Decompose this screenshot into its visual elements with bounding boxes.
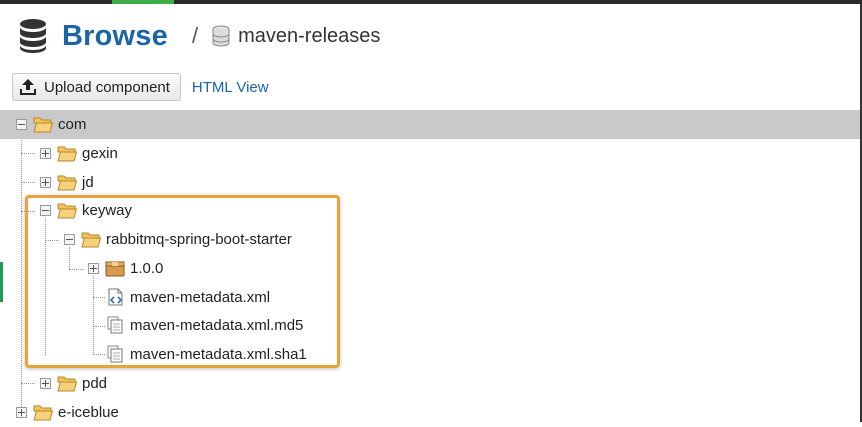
folder-open-icon [33, 403, 53, 421]
repository-icon [212, 25, 230, 47]
folder-open-icon [33, 115, 53, 133]
top-bar [0, 0, 862, 4]
tree-node-maven-metadata-sha1[interactable]: maven-metadata.xml.sha1 [0, 340, 860, 369]
upload-icon [20, 79, 36, 95]
tree-node-keyway[interactable]: keyway [0, 196, 860, 225]
breadcrumb-repository[interactable]: maven-releases [238, 25, 380, 48]
package-icon [105, 259, 125, 277]
tree-node-label: maven-metadata.xml.sha1 [130, 346, 307, 363]
tree-node-label: maven-metadata.xml.md5 [130, 317, 304, 334]
collapse-toggle[interactable] [16, 119, 27, 130]
tree-node-label: jd [82, 174, 94, 191]
tree-node-label: com [58, 116, 87, 133]
tree-node-com[interactable]: com [0, 110, 860, 139]
breadcrumb-separator: / [191, 23, 199, 48]
tree-node-pdd[interactable]: pdd [0, 369, 860, 398]
tree-node-gexin[interactable]: gexin [0, 139, 860, 168]
expand-toggle[interactable] [88, 263, 99, 274]
html-view-link[interactable]: HTML View [192, 79, 269, 96]
folder-open-icon [81, 230, 101, 248]
tree-node-label: e-iceblue [58, 404, 119, 421]
page-title: Browse [62, 19, 168, 52]
collapse-toggle[interactable] [64, 234, 75, 245]
tree-node-maven-metadata-xml[interactable]: maven-metadata.xml [0, 283, 860, 312]
tree-node-version[interactable]: 1.0.0 [0, 254, 860, 283]
toolbar: Upload component HTML View [12, 73, 269, 101]
tree-node-label: gexin [82, 145, 118, 162]
tree-node-maven-metadata-md5[interactable]: maven-metadata.xml.md5 [0, 311, 860, 340]
folder-open-icon [57, 173, 77, 191]
collapse-toggle[interactable] [40, 205, 51, 216]
expand-toggle[interactable] [40, 148, 51, 159]
top-bar-accent [112, 0, 174, 4]
file-icon [105, 345, 125, 363]
tree-node-label: rabbitmq-spring-boot-starter [106, 231, 292, 248]
tree-node-label: pdd [82, 375, 108, 392]
expand-toggle[interactable] [40, 378, 51, 389]
tree-node-rabbitmq-spring-boot-starter[interactable]: rabbitmq-spring-boot-starter [0, 225, 860, 254]
tree-node-label: maven-metadata.xml [130, 289, 271, 306]
upload-component-label: Upload component [44, 78, 170, 96]
folder-open-icon [57, 144, 77, 162]
tree-node-label: 1.0.0 [130, 260, 164, 277]
tree-node-label: keyway [82, 202, 133, 219]
database-icon [20, 19, 46, 53]
file-icon [105, 316, 125, 334]
upload-component-button[interactable]: Upload component [12, 73, 181, 101]
tree-node-jd[interactable]: jd [0, 168, 860, 197]
xml-file-icon [105, 288, 125, 306]
tree-node-e-iceblue[interactable]: e-iceblue [0, 398, 860, 427]
expand-toggle[interactable] [40, 177, 51, 188]
folder-open-icon [57, 201, 77, 219]
expand-toggle[interactable] [16, 407, 27, 418]
page-header: Browse / maven-releases [18, 14, 380, 58]
folder-open-icon [57, 374, 77, 392]
